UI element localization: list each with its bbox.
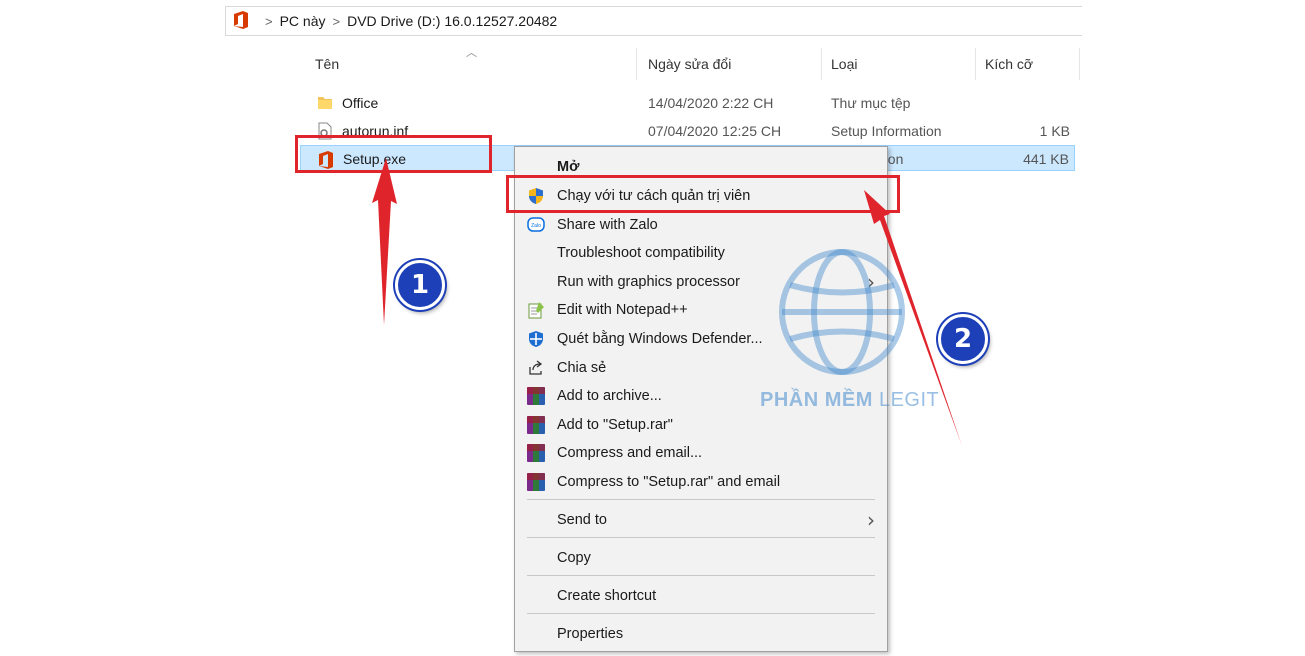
- highlight-box-setup-exe: [295, 135, 492, 173]
- step-badge-2: 2: [938, 314, 988, 364]
- highlight-box-run-as-admin: [506, 175, 900, 213]
- step-badge-1: 1: [395, 260, 445, 310]
- annotation-arrows: [372, 158, 962, 446]
